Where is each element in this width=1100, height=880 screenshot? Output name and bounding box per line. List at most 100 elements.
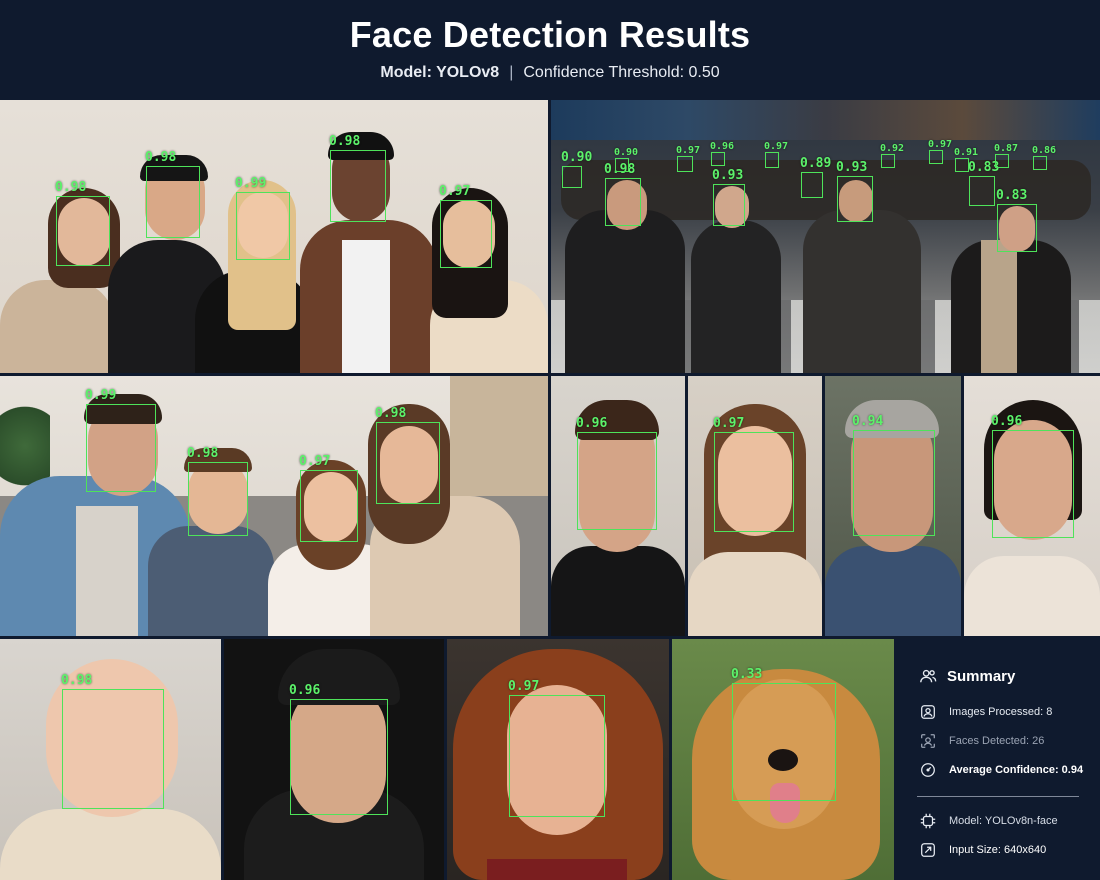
confidence-score: 0.89 (800, 156, 832, 171)
confidence-score: 0.96 (710, 141, 735, 152)
face-box: 0.97 (764, 141, 788, 168)
confidence-score: 0.94 (852, 414, 884, 429)
confidence-score: 0.98 (55, 180, 87, 195)
confidence-score: 0.83 (996, 188, 1028, 203)
confidence-score: 0.98 (187, 446, 219, 461)
face-box: 0.98 (61, 674, 164, 809)
face-box: 0.83 (996, 189, 1037, 252)
confidence-score: 0.97 (299, 454, 331, 469)
panel-family[interactable]: 0.99 0.98 0.97 0.98 (0, 376, 548, 636)
summary-images-processed: Images Processed: 8 (919, 703, 1052, 721)
resize-icon (921, 843, 935, 857)
confidence-score: 0.98 (61, 673, 93, 688)
confidence-score: 0.99 (85, 388, 117, 403)
faces-detected-text: Faces Detected: 26 (949, 735, 1045, 747)
summary-model: Model: YOLOv8n-face (919, 812, 1058, 830)
face-scan-icon (921, 734, 935, 748)
face-box: 0.96 (289, 684, 388, 815)
summary-title-row: Summary (919, 665, 1015, 687)
confidence-score: 0.33 (731, 667, 763, 682)
confidence-score: 0.99 (235, 176, 267, 191)
confidence-score: 0.86 (1032, 145, 1057, 156)
face-box: 0.93 (712, 169, 745, 226)
face-box: 0.98 (329, 135, 386, 222)
confidence-score: 0.93 (712, 168, 744, 183)
input-size-text: Input Size: 640x640 (949, 844, 1047, 856)
face-box: 0.91 (954, 147, 978, 172)
face-box: 0.96 (576, 417, 657, 530)
subtitle-separator: | (509, 64, 514, 81)
face-box: 0.97 (928, 139, 952, 164)
summary-input-size: Input Size: 640x640 (919, 841, 1046, 859)
panel-baby[interactable]: 0.98 (0, 639, 221, 880)
confidence-score: 0.97 (439, 184, 471, 199)
confidence-score: 0.96 (576, 416, 608, 431)
confidence-score: 0.96 (289, 683, 321, 698)
confidence-score: 0.91 (954, 147, 979, 158)
face-box: 0.90 (561, 151, 592, 188)
summary-average-confidence: Average Confidence: 0.94 (919, 761, 1083, 779)
model-text: Model: YOLOv8n-face (949, 815, 1058, 827)
header: Face Detection Results Model: YOLOv8 | Con… (0, 0, 1100, 100)
users-icon (920, 669, 937, 683)
face-box: 0.86 (1032, 145, 1056, 170)
face-box: 0.96 (991, 415, 1074, 538)
face-box: 0.83 (968, 161, 999, 206)
face-box: 0.98 (375, 407, 440, 504)
face-box: 0.98 (145, 151, 200, 238)
face-box: 0.92 (880, 143, 904, 168)
panel-portrait-woman[interactable]: 0.97 (688, 376, 822, 636)
confidence-score: 0.93 (836, 160, 868, 175)
confidence-score: 0.97 (764, 141, 789, 152)
page-title: Face Detection Results (349, 14, 751, 55)
panel-cap-man[interactable]: 0.96 (224, 639, 444, 880)
chip-icon (920, 813, 936, 829)
face-box: 0.97 (508, 680, 605, 817)
face-box: 0.98 (604, 163, 641, 226)
face-box: 0.93 (836, 161, 873, 222)
page-subtitle: Model: YOLOv8 | Confidence Threshold: 0.50 (0, 64, 1100, 82)
images-processed-text: Images Processed: 8 (949, 706, 1053, 718)
confidence-score: 0.97 (928, 139, 953, 150)
confidence-score: 0.98 (145, 150, 177, 165)
confidence-score: 0.90 (561, 150, 593, 165)
panel-dog[interactable]: 0.33 (672, 639, 894, 880)
confidence-score: 0.97 (508, 679, 540, 694)
panel-portrait-woman-2[interactable]: 0.96 (964, 376, 1100, 636)
face-box: 0.99 (85, 389, 156, 492)
face-box: 0.33 (731, 668, 836, 801)
face-box: 0.96 (710, 141, 734, 166)
confidence-score: 0.87 (994, 143, 1019, 154)
face-box: 0.98 (187, 447, 248, 536)
model-label: Model: YOLOv8 (380, 64, 500, 81)
confidence-score: 0.97 (713, 416, 745, 431)
confidence-score: 0.98 (375, 406, 407, 421)
face-box: 0.97 (439, 185, 492, 268)
face-box: 0.97 (676, 145, 700, 172)
confidence-score: 0.92 (880, 143, 905, 154)
face-box: 0.89 (800, 157, 831, 198)
panel-portrait-elder[interactable]: 0.94 (825, 376, 961, 636)
face-box: 0.97 (299, 455, 358, 542)
panel-portrait-man[interactable]: 0.96 (551, 376, 685, 636)
summary-title: Summary (947, 667, 1016, 685)
average-confidence-text: Average Confidence: 0.94 (949, 764, 1084, 776)
confidence-score: 0.97 (676, 145, 701, 156)
face-box: 0.97 (713, 417, 794, 532)
image-stack-icon (921, 705, 935, 719)
confidence-score: 0.96 (991, 414, 1023, 429)
threshold-label: Confidence Threshold: 0.50 (523, 64, 720, 81)
face-box: 0.98 (55, 181, 110, 266)
confidence-score: 0.90 (614, 147, 639, 158)
panel-crowd[interactable]: 0.90 0.98 0.93 0.89 0.93 0.83 0.83 0.90 … (551, 100, 1100, 373)
face-box: 0.94 (852, 415, 935, 536)
summary-divider (917, 796, 1079, 797)
gauge-icon (921, 763, 935, 777)
summary-faces-detected: Faces Detected: 26 (919, 732, 1044, 750)
face-box: 0.90 (614, 147, 638, 172)
panel-curly-woman[interactable]: 0.97 (447, 639, 669, 880)
panel-group-five[interactable]: 0.98 0.98 0.99 0.98 0.97 (0, 100, 548, 373)
confidence-score: 0.98 (329, 134, 361, 149)
face-box: 0.99 (235, 177, 290, 260)
face-box: 0.87 (994, 143, 1018, 168)
